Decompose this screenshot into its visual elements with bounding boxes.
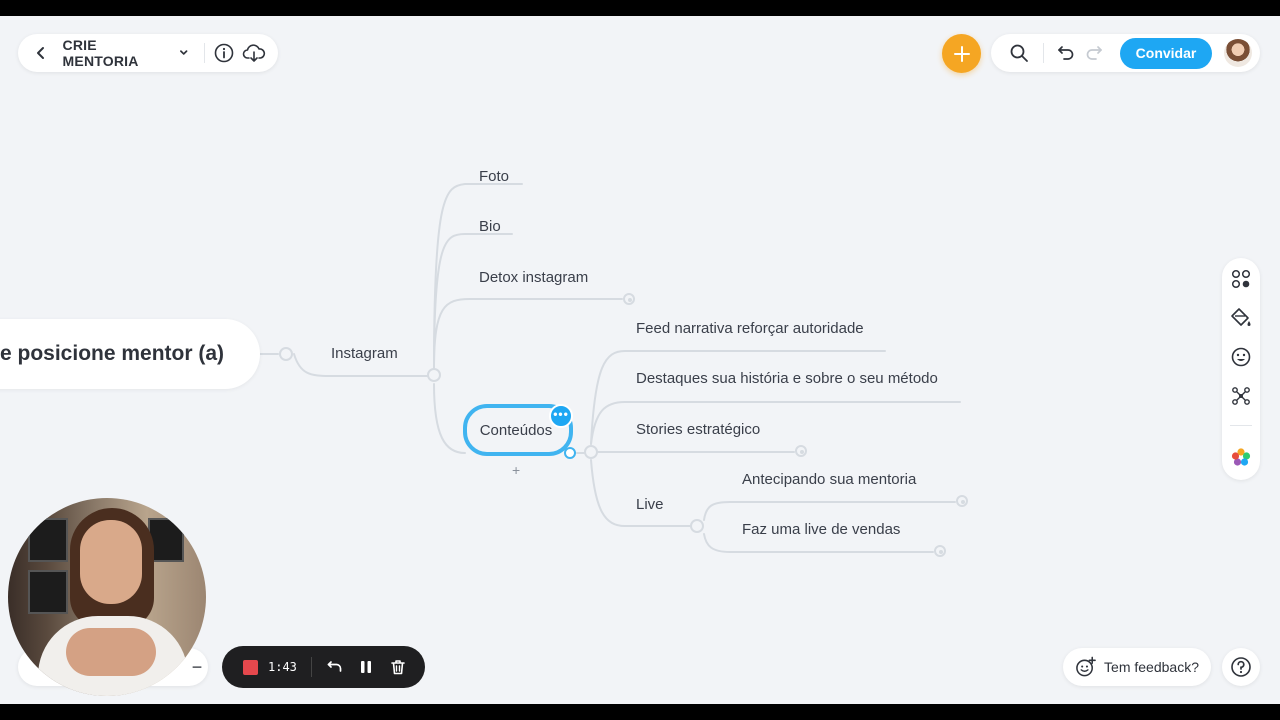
webcam-person-face <box>80 520 142 604</box>
search-icon <box>1010 44 1028 62</box>
delete-recording-button[interactable] <box>387 656 409 678</box>
node-foto[interactable]: Foto <box>479 168 509 186</box>
recording-timer: 1:43 <box>268 660 297 674</box>
paint-bucket-icon <box>1231 308 1251 326</box>
avatar[interactable] <box>1224 39 1252 67</box>
webcam-person-hands <box>66 628 156 676</box>
webcam-wall-frame <box>28 570 68 614</box>
stop-recording-button[interactable] <box>243 659 258 675</box>
feedback-button[interactable]: Tem feedback? <box>1063 648 1211 686</box>
root-collapse-handle[interactable] <box>279 347 293 361</box>
layout-button[interactable] <box>1229 267 1253 291</box>
antecipando-expand-handle[interactable] <box>956 495 968 507</box>
instagram-collapse-handle[interactable] <box>427 368 441 382</box>
node-instagram[interactable]: Instagram <box>331 345 398 363</box>
search-button[interactable] <box>1003 38 1035 68</box>
webcam-wall-frame <box>28 518 68 562</box>
top-right-toolbar: Convidar <box>991 34 1260 72</box>
toolbar-divider <box>1043 43 1044 63</box>
layout-icon <box>1231 269 1251 289</box>
download-button[interactable] <box>240 39 268 67</box>
back-button[interactable] <box>28 39 55 67</box>
zoom-out-label: − <box>191 656 203 677</box>
root-node[interactable]: e posicione mentor (a) <box>0 319 260 389</box>
more-dots-icon: ••• <box>553 407 569 421</box>
trash-icon <box>391 660 405 675</box>
back-icon <box>37 47 45 59</box>
right-side-toolbar <box>1222 258 1260 480</box>
theme-button[interactable] <box>1229 445 1253 469</box>
toolbar-divider <box>1230 425 1252 426</box>
toolbar-divider <box>204 43 205 63</box>
root-node-label: e posicione mentor (a) <box>0 342 225 365</box>
node-resize-handle[interactable] <box>564 447 576 459</box>
redo-icon <box>1086 46 1102 60</box>
node-detox-instagram[interactable]: Detox instagram <box>479 269 588 287</box>
stories-expand-handle[interactable] <box>795 445 807 457</box>
feedback-icon <box>1076 656 1096 677</box>
pause-icon <box>360 661 371 673</box>
node-conteudos-label: Conteúdos <box>479 421 553 439</box>
plus-icon <box>953 45 970 62</box>
style-button[interactable] <box>1229 306 1253 330</box>
restart-recording-button[interactable] <box>324 656 346 678</box>
node-destaques[interactable]: Destaques sua história e sobre o seu mét… <box>636 370 938 388</box>
node-faz-live[interactable]: Faz uma live de vendas <box>742 521 900 539</box>
conteudos-collapse-handle[interactable] <box>584 445 598 459</box>
redo-button[interactable] <box>1080 38 1108 68</box>
sticker-button[interactable] <box>1229 345 1253 369</box>
undo-icon <box>327 661 342 672</box>
map-title: CRIE MENTORIA <box>62 37 139 69</box>
node-antecipando[interactable]: Antecipando sua mentoria <box>742 471 916 489</box>
add-sibling-button[interactable]: + <box>512 462 520 478</box>
node-stories[interactable]: Stories estratégico <box>636 421 760 439</box>
faz-live-expand-handle[interactable] <box>934 545 946 557</box>
help-icon <box>1231 657 1251 677</box>
info-icon <box>214 43 234 63</box>
undo-button[interactable] <box>1052 38 1080 68</box>
map-title-dropdown[interactable]: CRIE MENTORIA <box>63 37 189 69</box>
emoji-icon <box>1231 347 1251 367</box>
undo-icon <box>1058 46 1074 60</box>
app-window: e posicione mentor (a) Instagram Foto Bi… <box>0 16 1280 704</box>
webcam-overlay <box>8 498 206 696</box>
node-live[interactable]: Live <box>636 496 664 514</box>
cloud-download-icon <box>242 44 265 62</box>
color-palette-icon <box>1231 448 1251 466</box>
pause-recording-button[interactable] <box>355 656 377 678</box>
feedback-label: Tem feedback? <box>1104 659 1199 675</box>
help-button[interactable] <box>1222 648 1260 686</box>
network-icon <box>1232 387 1250 405</box>
zoom-out-button[interactable]: − <box>186 653 208 681</box>
add-button[interactable] <box>942 34 981 73</box>
relationship-button[interactable] <box>1229 384 1253 408</box>
info-button[interactable] <box>211 39 238 67</box>
recorder-divider <box>310 657 312 677</box>
chevron-down-icon <box>179 50 188 55</box>
top-left-toolbar: CRIE MENTORIA <box>18 34 278 72</box>
node-bio[interactable]: Bio <box>479 218 501 236</box>
node-feed[interactable]: Feed narrativa reforçar autoridade <box>636 320 864 338</box>
invite-button[interactable]: Convidar <box>1120 37 1212 69</box>
recorder-controls: 1:43 <box>222 646 425 688</box>
live-collapse-handle[interactable] <box>690 519 704 533</box>
node-more-options-button[interactable]: ••• <box>549 404 573 428</box>
detox-expand-handle[interactable] <box>623 293 635 305</box>
invite-button-label: Convidar <box>1135 45 1197 61</box>
